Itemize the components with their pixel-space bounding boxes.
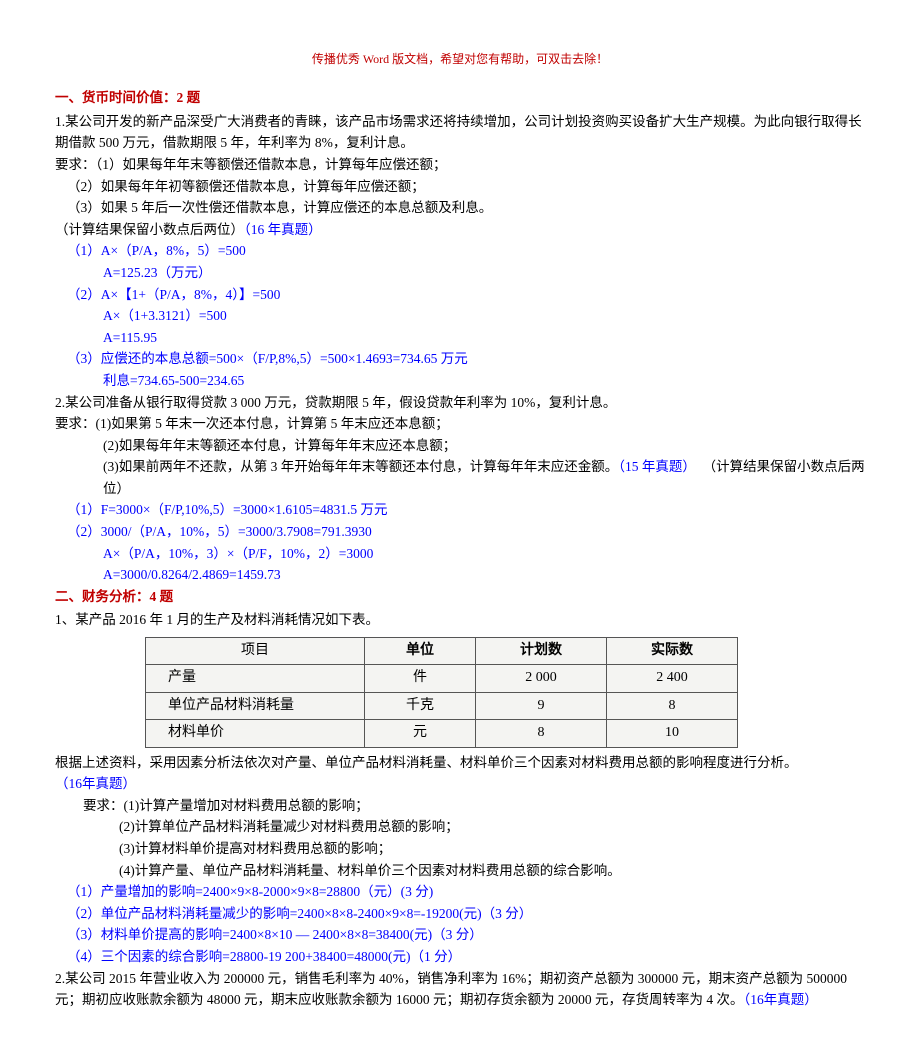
s1-q2-body: 2.某公司准备从银行取得贷款 3 000 万元，贷款期限 5 年，假设贷款年利率…: [55, 392, 865, 414]
s1-q2-a2c: A=3000/0.8264/2.4869=1459.73: [55, 564, 865, 586]
s1-q1-note-b: （16 年真题）: [244, 222, 322, 237]
s1-q2-a1: （1）F=3000×（F/P,10%,5）=3000×1.6105=4831.5…: [55, 499, 865, 521]
s1-q1-a1b: A=125.23（万元）: [55, 262, 865, 284]
cell-name: 材料单价: [146, 720, 365, 747]
cell-plan: 8: [476, 720, 607, 747]
s2-q2-body-a: 2.某公司 2015 年营业收入为 200000 元，销售毛利率为 40%，销售…: [55, 971, 847, 1008]
table-row: 产量 件 2 000 2 400: [146, 665, 738, 692]
s2-q1-a3: （3）材料单价提高的影响=2400×8×10 — 2400×8×8=38400(…: [55, 924, 865, 946]
s2-q1-desc-a: 根据上述资料，采用因素分析法依次对产量、单位产品材料消耗量、材料单价三个因素对材…: [55, 755, 798, 770]
s1-q1-a2c: A=115.95: [55, 327, 865, 349]
s2-q1-a4: （4）三个因素的综合影响=28800-19 200+38400=48000(元)…: [55, 946, 865, 968]
s2-q2-body: 2.某公司 2015 年营业收入为 200000 元，销售毛利率为 40%，销售…: [55, 968, 865, 1011]
s1-q2-req2: (2)如果每年年末等额还本付息，计算每年年末应还本息额；: [55, 435, 865, 457]
s2-q1-a1: （1）产量增加的影响=2400×9×8-2000×9×8=28800（元）(3 …: [55, 881, 865, 903]
th-actual: 实际数: [607, 638, 738, 665]
cell-unit: 元: [365, 720, 476, 747]
document-page: 传播优秀 Word 版文档，希望对您有帮助，可双击去除！ 一、货币时间价值：2 …: [0, 0, 920, 1051]
s2-q1-r1: 要求：(1)计算产量增加对材料费用总额的影响；: [55, 795, 865, 817]
th-item: 项目: [146, 638, 365, 665]
s2-q1-desc-b: （16年真题）: [55, 776, 136, 791]
cell-actual: 2 400: [607, 665, 738, 692]
s1-q1-body: 1.某公司开发的新产品深受广大消费者的青睐，该产品市场需求还将持续增加，公司计划…: [55, 111, 865, 154]
header-watermark: 传播优秀 Word 版文档，希望对您有帮助，可双击去除！: [55, 50, 865, 69]
section2-title: 二、财务分析：4 题: [55, 586, 865, 608]
s1-q2-a2b: A×（P/A，10%，3）×（P/F，10%，2）=3000: [55, 543, 865, 565]
s1-q1-a3b: 利息=734.65-500=234.65: [55, 370, 865, 392]
table-header-row: 项目 单位 计划数 实际数: [146, 638, 738, 665]
s1-q1-a1: （1）A×（P/A，8%，5）=500: [55, 240, 865, 262]
cell-plan: 9: [476, 692, 607, 719]
s1-q2-req3b: （15 年真题）: [618, 459, 696, 474]
th-unit: 单位: [365, 638, 476, 665]
s1-q2-req1: 要求：(1)如果第 5 年末一次还本付息，计算第 5 年末应还本息额；: [55, 413, 865, 435]
s2-q1-a2: （2）单位产品材料消耗量减少的影响=2400×8×8-2400×9×8=-192…: [55, 903, 865, 925]
s2-q1-r2: (2)计算单位产品材料消耗量减少对材料费用总额的影响；: [55, 816, 865, 838]
s2-q1-desc: 根据上述资料，采用因素分析法依次对产量、单位产品材料消耗量、材料单价三个因素对材…: [55, 752, 865, 795]
cell-name: 单位产品材料消耗量: [146, 692, 365, 719]
cell-name: 产量: [146, 665, 365, 692]
s1-q2-req3a: (3)如果前两年不还款，从第 3 年开始每年年末等额还本付息，计算每年年末应还金…: [103, 459, 618, 474]
s2-q1-r4: (4)计算产量、单位产品材料消耗量、材料单价三个因素对材料费用总额的综合影响。: [55, 860, 865, 882]
material-table-wrap: 项目 单位 计划数 实际数 产量 件 2 000 2 400 单位产品材料消耗量…: [145, 637, 865, 748]
s1-q1-a2: （2）A×【1+（P/A，8%，4）】=500: [55, 284, 865, 306]
s1-q1-req3: （3）如果 5 年后一次性偿还借款本息，计算应偿还的本息总额及利息。: [55, 197, 865, 219]
s1-q1-a3: （3）应偿还的本息总额=500×（F/P,8%,5）=500×1.4693=73…: [55, 348, 865, 370]
table-row: 单位产品材料消耗量 千克 9 8: [146, 692, 738, 719]
material-table: 项目 单位 计划数 实际数 产量 件 2 000 2 400 单位产品材料消耗量…: [145, 637, 738, 748]
s1-q1-note: （计算结果保留小数点后两位）（16 年真题）: [55, 219, 865, 241]
cell-actual: 8: [607, 692, 738, 719]
cell-unit: 件: [365, 665, 476, 692]
s1-q1-req1: 要求：（1）如果每年年末等额偿还借款本息，计算每年应偿还额；: [55, 154, 865, 176]
cell-unit: 千克: [365, 692, 476, 719]
s1-q2-req3: (3)如果前两年不还款，从第 3 年开始每年年末等额还本付息，计算每年年末应还金…: [55, 456, 865, 499]
s1-q1-a2b: A×（1+3.3121）=500: [55, 305, 865, 327]
s2-q1-r3: (3)计算材料单价提高对材料费用总额的影响；: [55, 838, 865, 860]
th-plan: 计划数: [476, 638, 607, 665]
s1-q1-req2: （2）如果每年年初等额偿还借款本息，计算每年应偿还额；: [55, 176, 865, 198]
table-row: 材料单价 元 8 10: [146, 720, 738, 747]
section1-title: 一、货币时间价值：2 题: [55, 87, 865, 109]
s1-q1-note-a: （计算结果保留小数点后两位）: [55, 222, 244, 237]
cell-plan: 2 000: [476, 665, 607, 692]
s2-q1-body: 1、某产品 2016 年 1 月的生产及材料消耗情况如下表。: [55, 609, 865, 631]
cell-actual: 10: [607, 720, 738, 747]
s1-q2-a2: （2）3000/（P/A，10%，5）=3000/3.7908=791.3930: [55, 521, 865, 543]
s2-q2-body-b: （16年真题）: [744, 992, 818, 1007]
